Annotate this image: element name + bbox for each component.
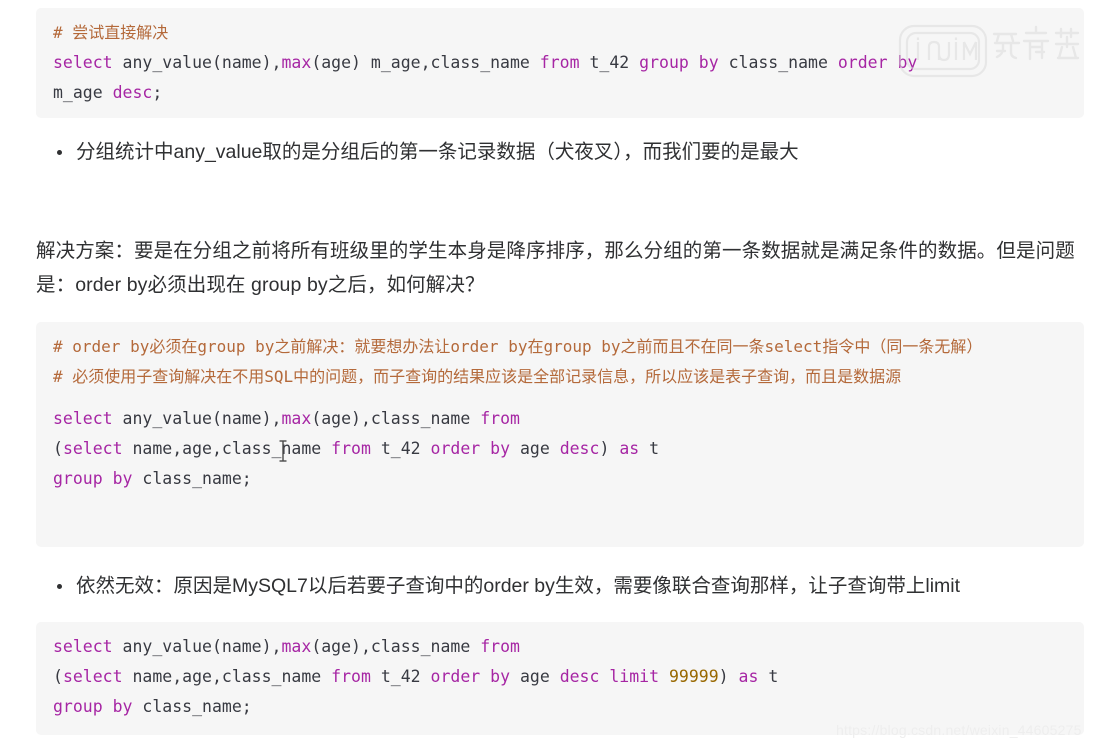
code-block-2[interactable]: # order by必须在group by之前解决：就要想办法让order by…: [36, 322, 1084, 547]
code-comment-line: # order by必须在group by之前解决：就要想办法让order by…: [53, 337, 983, 356]
sql-text: ;: [152, 83, 163, 102]
sql-keyword: from: [480, 637, 520, 656]
sql-text: (age),class_name: [311, 637, 481, 656]
code-block-1[interactable]: # 尝试直接解决 select any_value(name),max(age)…: [36, 8, 1084, 118]
sql-keyword: from: [331, 439, 371, 458]
code-line: select any_value(name),max(age) m_age,cl…: [36, 48, 1084, 78]
sql-keyword: limit: [599, 667, 660, 686]
sql-text: age: [510, 667, 560, 686]
source-url-watermark: https://blog.csdn.net/weixin_44605275: [836, 722, 1082, 738]
solution-paragraph: 解决方案：要是在分组之前将所有班级里的学生本身是降序排序，那么分组的第一条数据就…: [36, 240, 1075, 296]
sql-keyword: group by: [53, 697, 133, 716]
sql-keyword: select: [53, 53, 113, 72]
sql-keyword: order by: [837, 53, 918, 72]
sql-keyword: desc: [559, 667, 600, 686]
sql-keyword: select: [62, 439, 123, 458]
sql-keyword: from: [331, 667, 371, 686]
sql-keyword: group by: [639, 53, 719, 72]
article-page: # 尝试直接解决 select any_value(name),max(age)…: [0, 0, 1113, 751]
sql-keyword: max: [281, 409, 312, 428]
sql-text: (: [53, 439, 63, 458]
code-line: group by class_name;: [36, 464, 1084, 494]
sql-keyword: max: [281, 53, 312, 72]
code-comment-line: # 尝试直接解决: [53, 23, 169, 42]
sql-keyword: max: [281, 637, 312, 656]
sql-text: (age) m_age,class_name: [311, 53, 540, 72]
sql-keyword: as: [738, 667, 759, 686]
sql-keyword: select: [62, 667, 123, 686]
sql-text: class_name: [718, 53, 838, 72]
sql-text: ): [718, 667, 739, 686]
sql-keyword: desc: [112, 83, 153, 102]
sql-keyword: as: [619, 439, 640, 458]
sql-text: t_42: [370, 439, 431, 458]
code-line: select any_value(name),max(age),class_na…: [36, 622, 1084, 662]
sql-keyword: desc: [559, 439, 600, 458]
list-item: 分组统计中any_value取的是分组后的第一条记录数据（犬夜叉），而我们要的是…: [52, 136, 1082, 168]
sql-text: (: [53, 667, 63, 686]
sql-text: any_value(name),: [112, 409, 282, 428]
bullet-list-2: 依然无效：原因是MySQL7以后若要子查询中的order by生效，需要像联合查…: [52, 570, 1082, 602]
code-line: (select name,age,class_name from t_42 or…: [36, 662, 1084, 692]
sql-text: any_value(name),: [112, 637, 282, 656]
sql-text: t_42: [370, 667, 431, 686]
sql-keyword: group by: [53, 469, 133, 488]
sql-number: 99999: [659, 667, 719, 686]
sql-text: m_age: [53, 83, 113, 102]
sql-text: (age),class_name: [311, 409, 481, 428]
sql-text: t: [639, 439, 660, 458]
sql-text: any_value(name),: [112, 53, 282, 72]
sql-text: class_name;: [132, 469, 252, 488]
sql-text: ): [599, 439, 620, 458]
sql-text: t: [758, 667, 779, 686]
sql-text: class_name;: [132, 697, 252, 716]
sql-keyword: select: [53, 409, 113, 428]
sql-text: age: [510, 439, 560, 458]
code-comment-line: # 必须使用子查询解决在不用SQL中的问题，而子查询的结果应该是全部记录信息，所…: [53, 367, 902, 386]
code-line: group by class_name;: [36, 692, 1084, 722]
sql-text: name,age,class_name: [122, 439, 332, 458]
code-line: m_age desc;: [36, 78, 1084, 108]
sql-text: name,age,class_name: [122, 667, 332, 686]
bullet-list-1: 分组统计中any_value取的是分组后的第一条记录数据（犬夜叉），而我们要的是…: [52, 136, 1082, 168]
sql-keyword: from: [539, 53, 580, 72]
sql-text: t_42: [579, 53, 640, 72]
sql-keyword: order by: [430, 439, 511, 458]
sql-keyword: from: [480, 409, 520, 428]
code-block-3[interactable]: select any_value(name),max(age),class_na…: [36, 622, 1084, 735]
list-item: 依然无效：原因是MySQL7以后若要子查询中的order by生效，需要像联合查…: [52, 570, 1082, 602]
code-line: select any_value(name),max(age),class_na…: [36, 404, 1084, 434]
code-line: (select name,age,class_name from t_42 or…: [36, 434, 1084, 464]
sql-keyword: order by: [430, 667, 511, 686]
sql-keyword: select: [53, 637, 113, 656]
